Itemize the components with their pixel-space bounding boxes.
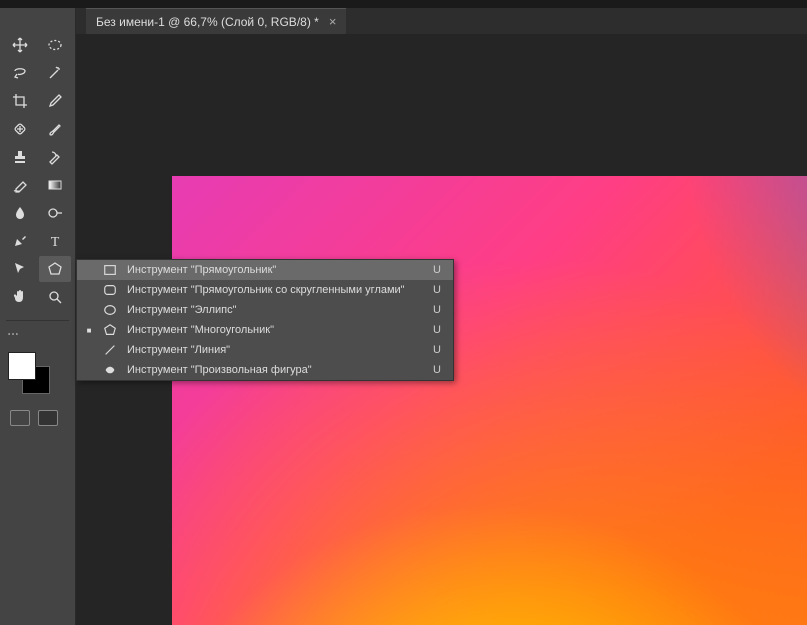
- shape-tool[interactable]: [39, 256, 71, 282]
- flyout-item-polygon[interactable]: ■ Инструмент "Многоугольник" U: [77, 320, 453, 340]
- svg-text:T: T: [50, 235, 59, 250]
- dodge-icon: [46, 204, 64, 222]
- flyout-label: Инструмент "Произвольная фигура": [127, 364, 425, 376]
- flyout-label: Инструмент "Линия": [127, 344, 425, 356]
- flyout-shortcut: U: [433, 264, 445, 276]
- rounded-rect-icon: [101, 283, 119, 297]
- flyout-current-marker: ■: [85, 326, 93, 335]
- healing-icon: [11, 120, 29, 138]
- flyout-shortcut: U: [433, 344, 445, 356]
- polygon-icon: [46, 260, 64, 278]
- flyout-item-custom-shape[interactable]: Инструмент "Произвольная фигура" U: [77, 360, 453, 380]
- app-titlebar: [0, 0, 807, 8]
- flyout-item-rounded-rect[interactable]: Инструмент "Прямоугольник со скругленным…: [77, 280, 453, 300]
- stamp-tool[interactable]: [4, 144, 36, 170]
- lasso-tool[interactable]: [4, 60, 36, 86]
- lasso-icon: [11, 64, 29, 82]
- magic-wand-icon: [46, 64, 64, 82]
- history-brush-icon: [46, 148, 64, 166]
- document-tab-bar: Без имени-1 @ 66,7% (Слой 0, RGB/8) * ×: [76, 8, 807, 34]
- flyout-item-ellipse[interactable]: Инструмент "Эллипс" U: [77, 300, 453, 320]
- path-select-icon: [11, 260, 29, 278]
- history-brush-tool[interactable]: [39, 144, 71, 170]
- pen-tool[interactable]: [4, 228, 36, 254]
- healing-tool[interactable]: [4, 116, 36, 142]
- canvas[interactable]: [172, 176, 807, 625]
- flyout-label: Инструмент "Эллипс": [127, 304, 425, 316]
- screen-mode-standard[interactable]: [10, 410, 30, 426]
- brush-tool[interactable]: [39, 116, 71, 142]
- divider: [6, 320, 69, 321]
- ellipse-icon: [101, 303, 119, 317]
- eraser-tool[interactable]: [4, 172, 36, 198]
- foreground-color[interactable]: [8, 352, 36, 380]
- flyout-shortcut: U: [433, 304, 445, 316]
- flyout-item-rectangle[interactable]: Инструмент "Прямоугольник" U: [77, 260, 453, 280]
- flyout-label: Инструмент "Многоугольник": [127, 324, 425, 336]
- eyedropper-tool[interactable]: [39, 88, 71, 114]
- type-tool[interactable]: T: [39, 228, 71, 254]
- hand-tool[interactable]: [4, 284, 36, 310]
- crop-icon: [11, 92, 29, 110]
- move-tool[interactable]: [4, 32, 36, 58]
- hand-icon: [11, 288, 29, 306]
- blur-icon: [11, 204, 29, 222]
- path-select-tool[interactable]: [4, 256, 36, 282]
- eyedropper-icon: [46, 92, 64, 110]
- marquee-icon: [46, 36, 64, 54]
- flyout-shortcut: U: [433, 364, 445, 376]
- marquee-tool[interactable]: [39, 32, 71, 58]
- tools-panel: T: [0, 8, 76, 625]
- screen-mode-full[interactable]: [38, 410, 58, 426]
- rectangle-icon: [101, 263, 119, 277]
- zoom-tool[interactable]: [39, 284, 71, 310]
- line-icon: [101, 343, 119, 357]
- blur-tool[interactable]: [4, 200, 36, 226]
- gradient-icon: [46, 176, 64, 194]
- gradient-tool[interactable]: [39, 172, 71, 198]
- custom-shape-icon: [101, 363, 119, 377]
- pen-icon: [11, 232, 29, 250]
- stamp-icon: [11, 148, 29, 166]
- color-swatches[interactable]: [8, 352, 67, 400]
- shape-tool-flyout: Инструмент "Прямоугольник" U Инструмент …: [76, 259, 454, 381]
- flyout-item-line[interactable]: Инструмент "Линия" U: [77, 340, 453, 360]
- flyout-label: Инструмент "Прямоугольник со скругленным…: [127, 284, 425, 296]
- magic-wand-tool[interactable]: [39, 60, 71, 86]
- flyout-shortcut: U: [433, 284, 445, 296]
- eraser-icon: [11, 176, 29, 194]
- move-icon: [11, 36, 29, 54]
- close-icon[interactable]: ×: [329, 14, 337, 29]
- zoom-icon: [46, 288, 64, 306]
- document-tab[interactable]: Без имени-1 @ 66,7% (Слой 0, RGB/8) * ×: [86, 8, 346, 34]
- polygon-icon: [101, 323, 119, 337]
- type-icon: T: [46, 232, 64, 250]
- flyout-label: Инструмент "Прямоугольник": [127, 264, 425, 276]
- flyout-shortcut: U: [433, 324, 445, 336]
- crop-tool[interactable]: [4, 88, 36, 114]
- document-tab-title: Без имени-1 @ 66,7% (Слой 0, RGB/8) *: [96, 15, 319, 29]
- dodge-tool[interactable]: [39, 200, 71, 226]
- brush-icon: [46, 120, 64, 138]
- edit-toolbar-icon[interactable]: [6, 327, 20, 341]
